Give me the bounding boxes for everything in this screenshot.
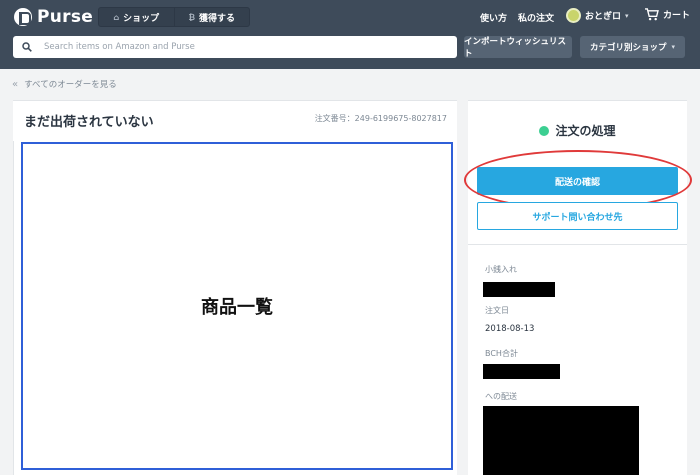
shop-icon: ⌂	[113, 12, 120, 22]
my-orders-link[interactable]: 私の注文	[518, 11, 554, 24]
search-input[interactable]	[44, 42, 434, 52]
purse-logo-icon	[14, 8, 32, 26]
wallet-label: 小銭入れ	[485, 265, 517, 274]
order-card: まだ出荷されていない 注文番号：249-6199675-8027817 商品一覧	[13, 100, 457, 475]
shipping-label: への配送	[485, 392, 517, 401]
mode-toggle: ⌂ ショップ ₿ 獲得する	[98, 7, 250, 27]
order-date-label: 注文日	[485, 306, 509, 315]
shop-tab-label: ショップ	[123, 13, 160, 24]
import-wishlist-button[interactable]: インポートウィッシュリスト	[464, 36, 572, 59]
shop-by-category-label: カテゴリ別ショップ	[589, 43, 667, 53]
page-title: まだ出荷されていない	[24, 115, 154, 130]
double-chevron-left-icon: «	[12, 78, 19, 90]
user-menu[interactable]: おとぎロ ▾	[566, 8, 629, 23]
import-wishlist-label: インポートウィッシュリスト	[464, 37, 567, 59]
redacted-bch-total	[483, 364, 560, 379]
shop-tab[interactable]: ⌂ ショップ	[99, 8, 174, 26]
avatar	[566, 8, 581, 23]
track-shipment-button[interactable]: 配送の確認	[477, 167, 678, 195]
how-to-link[interactable]: 使い方	[480, 11, 507, 24]
earn-tab-label: 獲得する	[199, 13, 236, 24]
cart-label: カート	[663, 11, 691, 21]
search-bar	[13, 36, 457, 58]
shop-by-category-button[interactable]: カテゴリ別ショップ ▾	[580, 36, 685, 58]
user-name: おとぎロ	[585, 12, 622, 22]
card-divider	[13, 141, 14, 475]
status-label: 注文の処理	[555, 124, 616, 138]
cart-icon	[645, 8, 659, 21]
order-number: 注文番号：249-6199675-8027817	[314, 114, 447, 123]
chevron-down-icon: ▾	[671, 43, 676, 51]
search-icon	[22, 42, 32, 52]
purse-logo[interactable]: Purse	[14, 7, 93, 27]
item-list-placeholder: 商品一覧	[21, 142, 453, 470]
contact-support-button[interactable]: サポート問い合わせ先	[477, 202, 678, 230]
back-to-orders-link[interactable]: すべてのオーダーを見る	[24, 78, 117, 90]
contact-support-label: サポート問い合わせ先	[532, 212, 623, 223]
item-list-label: 商品一覧	[201, 297, 273, 318]
redacted-shipping-address	[483, 406, 639, 475]
order-status-panel: 注文の処理 配送の確認 サポート問い合わせ先 小銭入れ 注文日 2018-08-…	[464, 100, 692, 475]
chevron-down-icon: ▾	[625, 11, 629, 20]
cart-link[interactable]: カート	[644, 8, 690, 21]
panel-divider	[468, 244, 687, 245]
breadcrumb[interactable]: « すべてのオーダーを見る	[12, 78, 117, 91]
order-date-value: 2018-08-13	[485, 324, 535, 334]
status-dot-icon	[539, 125, 550, 136]
order-status: 注文の処理	[468, 122, 687, 139]
bch-total-label: BCH合計	[485, 349, 518, 358]
brand-name: Purse	[37, 7, 94, 27]
bitcoin-icon: ₿	[188, 12, 195, 22]
earn-tab[interactable]: ₿ 獲得する	[173, 8, 250, 26]
track-shipment-label: 配送の確認	[554, 177, 600, 188]
redacted-wallet	[483, 282, 555, 297]
top-header: Purse ⌂ ショップ ₿ 獲得する 使い方 私の注文 おとぎロ ▾ カート	[0, 0, 700, 69]
